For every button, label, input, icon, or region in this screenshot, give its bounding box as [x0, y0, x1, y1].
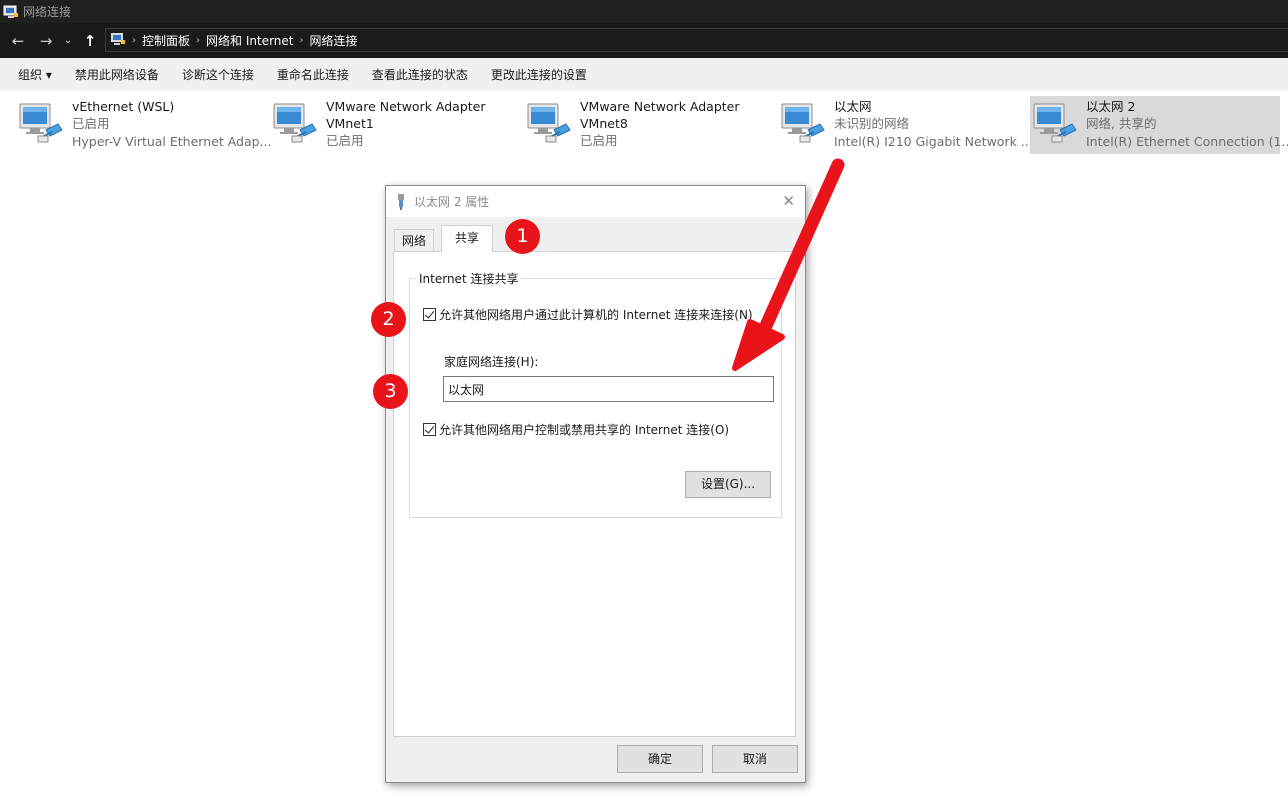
tab-sharing[interactable]: 共享	[441, 225, 493, 252]
red-arrow-annotation	[732, 158, 845, 371]
